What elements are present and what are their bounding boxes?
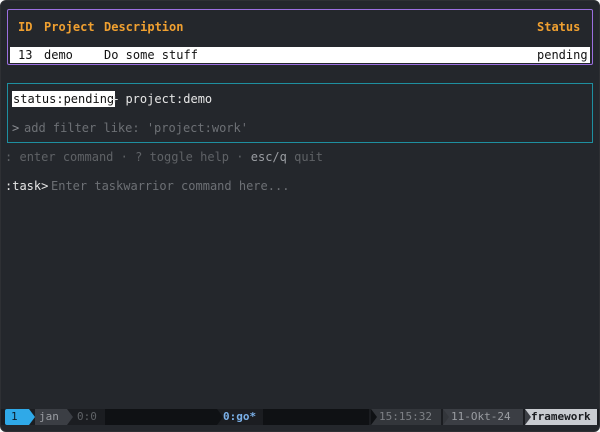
- window-index-badge[interactable]: 1: [5, 409, 29, 425]
- column-header-id[interactable]: ID: [18, 20, 32, 34]
- help-quit-key: esc/q: [250, 150, 287, 164]
- task-status-cell: pending: [537, 48, 588, 62]
- task-id-cell: 13: [18, 48, 33, 62]
- help-toggle-key: ?: [135, 150, 143, 164]
- current-window-tab[interactable]: 0:go*: [223, 409, 256, 425]
- filter-expression: + project:demo: [111, 92, 213, 106]
- tmux-status-bar: 1 jan 0:0 0:go* 15:15:32 11-Okt-24 frame…: [1, 409, 599, 425]
- active-filter-token[interactable]: status:pending: [12, 91, 116, 107]
- clock-date: 11-Okt-24: [443, 409, 523, 425]
- task-project-cell: demo: [44, 48, 73, 62]
- window-list-spacer: [263, 409, 369, 425]
- column-header-status[interactable]: Status: [537, 20, 580, 34]
- column-header-description[interactable]: Description: [104, 20, 183, 34]
- help-enter-text: enter command: [19, 150, 114, 164]
- filter-input[interactable]: [24, 120, 424, 136]
- powerline-separator-icon: [525, 409, 531, 425]
- session-name[interactable]: jan: [35, 409, 67, 425]
- column-header-project[interactable]: Project: [44, 20, 95, 34]
- terminal-window: ID Project Description Status 13 demo Do…: [0, 0, 600, 432]
- filter-panel: status:pending + project:demo >: [7, 83, 593, 143]
- command-input[interactable]: [51, 178, 571, 194]
- table-row[interactable]: 13 demo Do some stuff pending: [10, 47, 590, 63]
- help-line: : enter command · ? toggle help · esc/q …: [5, 149, 323, 165]
- clock-time: 15:15:32: [371, 409, 441, 425]
- command-prompt-label: :task>: [5, 179, 49, 193]
- help-separator: ·: [236, 150, 244, 164]
- pane-index: 0:0: [77, 410, 97, 423]
- help-quit-text: quit: [294, 150, 324, 164]
- help-enter-key: :: [5, 150, 13, 164]
- hostname-badge: framework: [525, 409, 597, 425]
- filter-prompt-icon: >: [12, 121, 20, 135]
- powerline-separator-icon: [371, 409, 377, 425]
- task-table: ID Project Description Status 13 demo Do…: [7, 9, 593, 65]
- help-toggle-text: toggle help: [149, 150, 230, 164]
- powerline-separator-icon: [443, 409, 449, 425]
- task-description-cell: Do some stuff: [104, 48, 198, 62]
- help-separator: ·: [120, 150, 128, 164]
- powerline-separator-icon: [67, 409, 73, 425]
- window-list-spacer: [105, 409, 217, 425]
